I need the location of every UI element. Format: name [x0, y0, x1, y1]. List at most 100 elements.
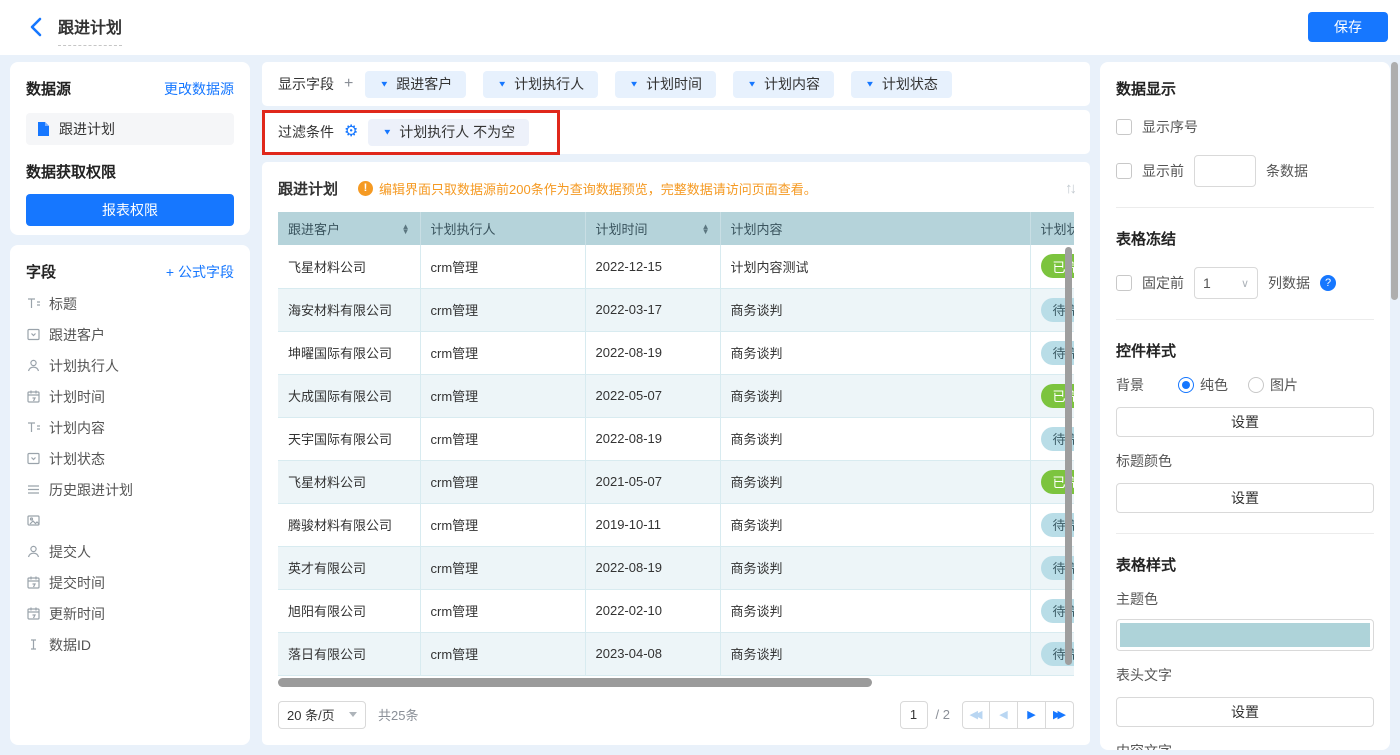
show-limit-checkbox[interactable]	[1116, 163, 1132, 179]
display-field-chip[interactable]: ▼ 计划内容	[733, 70, 834, 98]
cell-executor: crm管理	[420, 460, 586, 504]
table-vertical-scrollbar[interactable]	[1065, 247, 1072, 665]
field-item[interactable]: 数据ID	[26, 629, 234, 660]
select-icon	[26, 451, 41, 466]
gear-icon[interactable]: ⚙	[344, 124, 358, 140]
chip-label: 跟进客户	[396, 76, 453, 92]
field-item[interactable]: 历史跟进计划	[26, 474, 234, 505]
column-header[interactable]: 计划时间 ▲ ▼	[585, 212, 721, 245]
back-icon[interactable]	[26, 16, 48, 38]
background-set-button[interactable]: 设置	[1116, 407, 1374, 437]
add-display-field-button[interactable]: +	[344, 75, 353, 93]
add-formula-field-link[interactable]: + 公式字段	[166, 262, 234, 282]
date-icon	[26, 575, 41, 590]
header-text-set-button[interactable]: 设置	[1116, 697, 1374, 727]
cell-content: 商务谈判	[720, 546, 1031, 590]
field-item[interactable]: 更新时间	[26, 598, 234, 629]
field-item[interactable]	[26, 505, 234, 536]
page-size-select[interactable]: 20 条/页	[278, 700, 366, 729]
chip-label: 计划状态	[881, 76, 938, 92]
save-button[interactable]: 保存	[1308, 12, 1388, 42]
cell-content: 商务谈判	[720, 503, 1031, 547]
field-item[interactable]: 计划内容	[26, 412, 234, 443]
table-row[interactable]: 腾骏材料有限公司crm管理2019-10-11商务谈判待完成	[278, 503, 1074, 547]
table-row[interactable]: 飞星材料公司crm管理2021-05-07商务谈判已完成	[278, 460, 1074, 504]
cell-customer: 腾骏材料有限公司	[278, 503, 421, 547]
field-item[interactable]: 计划状态	[26, 443, 234, 474]
text-icon	[26, 296, 41, 311]
field-item-label: 计划状态	[49, 450, 105, 467]
filter-chip[interactable]: ▼ 计划执行人 不为空	[368, 118, 530, 146]
next-page-button[interactable]: ▶	[1018, 700, 1046, 729]
table-wrapper: 跟进客户▲▼计划执行人计划时间▲▼计划内容计划状态 飞星材料公司crm管理202…	[278, 212, 1074, 676]
field-item-label: 提交时间	[49, 574, 105, 591]
cell-executor: crm管理	[420, 331, 586, 375]
cell-customer: 落日有限公司	[278, 632, 421, 676]
person-icon	[26, 358, 41, 373]
first-page-button[interactable]: ◀◀	[962, 700, 990, 729]
cell-date: 2022-05-07	[585, 374, 721, 418]
filter-label: 过滤条件	[278, 124, 334, 140]
datasource-item[interactable]: 跟进计划	[26, 113, 234, 145]
cell-customer: 大成国际有限公司	[278, 374, 421, 418]
display-field-chip[interactable]: ▼ 计划状态	[850, 70, 952, 98]
cell-content: 商务谈判	[720, 589, 1031, 633]
table-row[interactable]: 天宇国际有限公司crm管理2022-08-19商务谈判待完成	[278, 417, 1074, 461]
table-row[interactable]: 海安材料有限公司crm管理2022-03-17商务谈判待完成	[278, 288, 1074, 332]
datasource-panel: 数据源 更改数据源 跟进计划 数据获取权限 报表权限	[10, 62, 250, 235]
cell-content: 商务谈判	[720, 331, 1031, 375]
cell-executor: crm管理	[420, 589, 586, 633]
table-row[interactable]: 飞星材料公司crm管理2022-12-15计划内容测试已完成	[278, 245, 1074, 289]
prev-page-button[interactable]: ◀	[990, 700, 1018, 729]
freeze-count-select[interactable]: 1 ∨	[1194, 267, 1258, 299]
sort-icon[interactable]: ▲ ▼	[702, 222, 710, 235]
change-datasource-link[interactable]: 更改数据源	[164, 79, 234, 99]
page-number-input[interactable]: 1	[899, 700, 928, 729]
header-text-label: 表头文字	[1116, 667, 1172, 683]
column-header: 计划内容	[720, 212, 1031, 245]
settings-panel: 数据显示 显示序号 显示前 条数据 表格冻结 固定前 1 ∨ 列数据 ? 控件样…	[1100, 62, 1390, 750]
table-row[interactable]: 英才有限公司crm管理2022-08-19商务谈判待完成	[278, 546, 1074, 590]
cell-customer: 飞星材料公司	[278, 245, 421, 289]
display-field-chip[interactable]: ▼ 计划时间	[615, 70, 717, 98]
image-bg-radio[interactable]	[1248, 377, 1264, 393]
freeze-columns-checkbox[interactable]	[1116, 275, 1132, 291]
topbar: 跟进计划 保存	[0, 0, 1400, 55]
column-header-label: 计划时间	[595, 222, 648, 237]
show-serial-checkbox[interactable]	[1116, 119, 1132, 135]
table-row[interactable]: 旭阳有限公司crm管理2022-02-10商务谈判待完成	[278, 589, 1074, 633]
title-color-set-button[interactable]: 设置	[1116, 483, 1374, 513]
report-permission-button[interactable]: 报表权限	[26, 194, 234, 226]
last-page-button[interactable]: ▶▶	[1046, 700, 1074, 729]
cell-date: 2021-05-07	[585, 460, 721, 504]
table-row[interactable]: 落日有限公司crm管理2023-04-08商务谈判待完成	[278, 632, 1074, 676]
settings-scrollbar[interactable]	[1391, 62, 1398, 300]
display-field-chip[interactable]: ▼ 计划执行人	[483, 70, 599, 98]
field-item[interactable]: 跟进客户	[26, 319, 234, 350]
limit-count-input[interactable]	[1194, 155, 1256, 187]
sort-icon[interactable]: ▲ ▼	[402, 222, 410, 235]
cell-customer: 飞星材料公司	[278, 460, 421, 504]
solid-color-radio[interactable]	[1178, 377, 1194, 393]
cell-executor: crm管理	[420, 374, 586, 418]
field-item[interactable]: 计划执行人	[26, 350, 234, 381]
table-row[interactable]: 坤曜国际有限公司crm管理2022-08-19商务谈判待完成	[278, 331, 1074, 375]
chip-label: 计划执行人	[514, 76, 585, 92]
field-item[interactable]: 标题	[26, 288, 234, 319]
table-warning-text: 编辑界面只取数据源前200条作为查询数据预览，完整数据请访问页面查看。	[379, 181, 817, 197]
table-horizontal-scrollbar[interactable]	[278, 677, 872, 687]
field-item[interactable]: 提交时间	[26, 567, 234, 598]
table-row[interactable]: 大成国际有限公司crm管理2022-05-07商务谈判已完成	[278, 374, 1074, 418]
field-item[interactable]: 计划时间	[26, 381, 234, 412]
background-label: 背景	[1116, 377, 1144, 393]
display-field-chip[interactable]: ▼ 跟进客户	[365, 70, 467, 98]
filter-bar: 过滤条件 ⚙ ▼ 计划执行人 不为空	[262, 110, 1090, 154]
field-item[interactable]: 提交人	[26, 536, 234, 567]
column-header[interactable]: 跟进客户 ▲ ▼	[278, 212, 421, 245]
help-icon[interactable]: ?	[1320, 275, 1336, 291]
theme-color-picker[interactable]	[1116, 619, 1374, 651]
field-item-label: 计划时间	[49, 388, 105, 405]
sort-order-icon[interactable]: ↑↓	[1065, 180, 1077, 197]
chip-label: 计划时间	[646, 76, 703, 92]
cell-executor: crm管理	[420, 546, 586, 590]
